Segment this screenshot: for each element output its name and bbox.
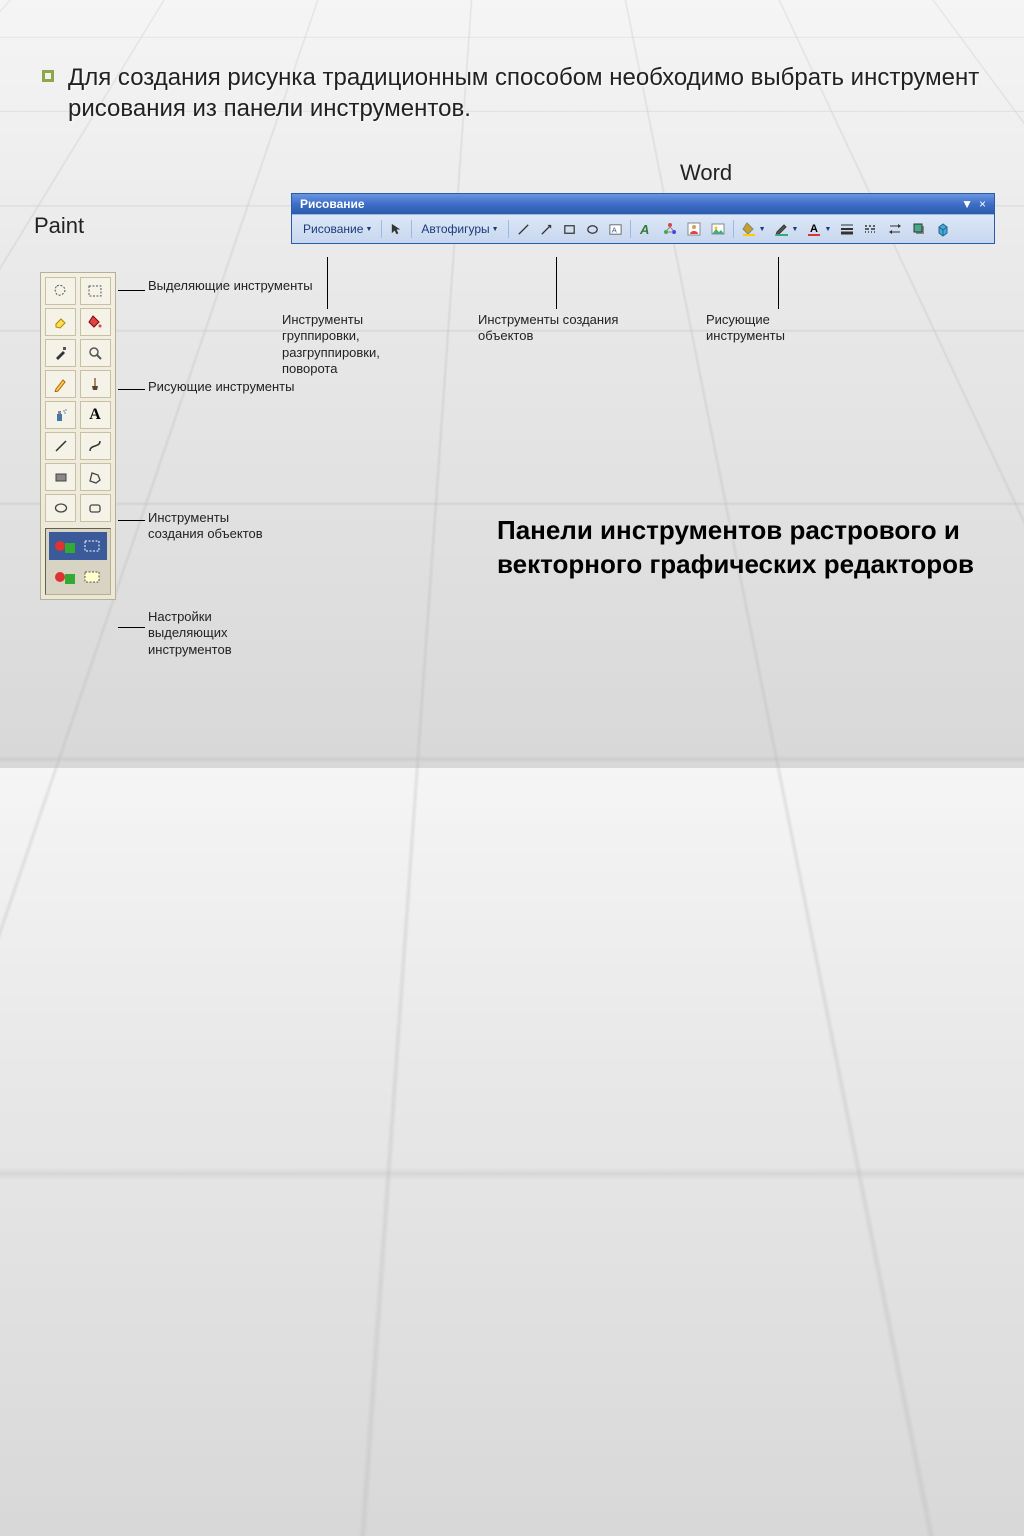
anno-word-shapes: Инструменты создания объектов — [478, 312, 638, 345]
fill-color-icon[interactable]: ▼ — [738, 219, 769, 239]
text-icon[interactable]: A — [80, 401, 111, 429]
draw-menu-button[interactable]: Рисование▼ — [298, 219, 377, 239]
anno-word-draw: Рисующие инструменты — [706, 312, 836, 345]
toolbar-body: Рисование▼ Автофигуры▼ A A ▼ ▼ A▼ — [292, 214, 994, 243]
anno-paint-draw: Рисующие инструменты — [148, 379, 294, 395]
fill-icon[interactable] — [80, 308, 111, 336]
paint-toolbox: A — [40, 272, 116, 600]
polygon-icon[interactable] — [80, 463, 111, 491]
option-opaque-bg[interactable] — [49, 563, 107, 591]
label-paint: Paint — [34, 213, 84, 239]
option-transparent-bg[interactable] — [49, 532, 107, 560]
anno-word-group: Инструменты группировки, разгруппировки,… — [282, 312, 412, 377]
eraser-icon[interactable] — [45, 308, 76, 336]
brush-icon[interactable] — [80, 370, 111, 398]
free-select-icon[interactable] — [45, 277, 76, 305]
clipart-icon[interactable] — [683, 219, 705, 239]
line-color-icon[interactable]: ▼ — [771, 219, 802, 239]
main-text: Для создания рисунка традиционным способ… — [68, 62, 984, 124]
threed-icon[interactable] — [932, 219, 954, 239]
curve-icon[interactable] — [80, 432, 111, 460]
paint-options-panel — [45, 528, 111, 595]
spray-icon[interactable] — [45, 401, 76, 429]
autoshapes-menu-button[interactable]: Автофигуры▼ — [416, 219, 503, 239]
picture-icon[interactable] — [707, 219, 729, 239]
pencil-icon[interactable] — [45, 370, 76, 398]
label-word: Word — [680, 160, 732, 186]
toolbar-title: Рисование — [300, 197, 365, 211]
diagram-icon[interactable] — [659, 219, 681, 239]
arrow-style-icon[interactable] — [884, 219, 906, 239]
select-arrow-icon[interactable] — [386, 219, 407, 239]
anno-paint-options: Настройки выделяющих инструментов — [148, 609, 268, 658]
shadow-icon[interactable] — [908, 219, 930, 239]
zoom-icon[interactable] — [80, 339, 111, 367]
ellipse-icon[interactable] — [45, 494, 76, 522]
svg-text:A: A — [611, 225, 616, 234]
word-drawing-toolbar: Рисование ▼ × Рисование▼ Автофигуры▼ A A — [291, 193, 995, 244]
oval-tool-icon[interactable] — [582, 219, 603, 239]
textbox-tool-icon[interactable]: A — [605, 219, 626, 239]
font-color-icon[interactable]: A▼ — [803, 219, 834, 239]
line-weight-icon[interactable] — [836, 219, 858, 239]
rounded-rect-icon[interactable] — [80, 494, 111, 522]
rect-select-icon[interactable] — [80, 277, 111, 305]
rectangle-icon[interactable] — [45, 463, 76, 491]
toolbar-titlebar[interactable]: Рисование ▼ × — [292, 194, 994, 214]
svg-text:A: A — [639, 222, 649, 237]
subtitle: Панели инструментов растрового и векторн… — [497, 514, 1024, 582]
wordart-icon[interactable]: A — [635, 219, 657, 239]
line-icon[interactable] — [45, 432, 76, 460]
arrow-tool-icon[interactable] — [536, 219, 557, 239]
rectangle-tool-icon[interactable] — [559, 219, 580, 239]
anno-paint-select: Выделяющие инструменты — [148, 278, 313, 294]
main-bullet: Для создания рисунка традиционным способ… — [42, 62, 984, 124]
toolbar-close-icon[interactable]: × — [979, 197, 986, 211]
svg-text:A: A — [810, 223, 818, 235]
line-tool-icon[interactable] — [513, 219, 534, 239]
dash-style-icon[interactable] — [860, 219, 882, 239]
toolbar-dropdown-icon[interactable]: ▼ — [961, 197, 973, 211]
anno-paint-shapes: Инструменты создания объектов — [148, 510, 278, 543]
picker-icon[interactable] — [45, 339, 76, 367]
bullet-icon — [42, 70, 54, 82]
